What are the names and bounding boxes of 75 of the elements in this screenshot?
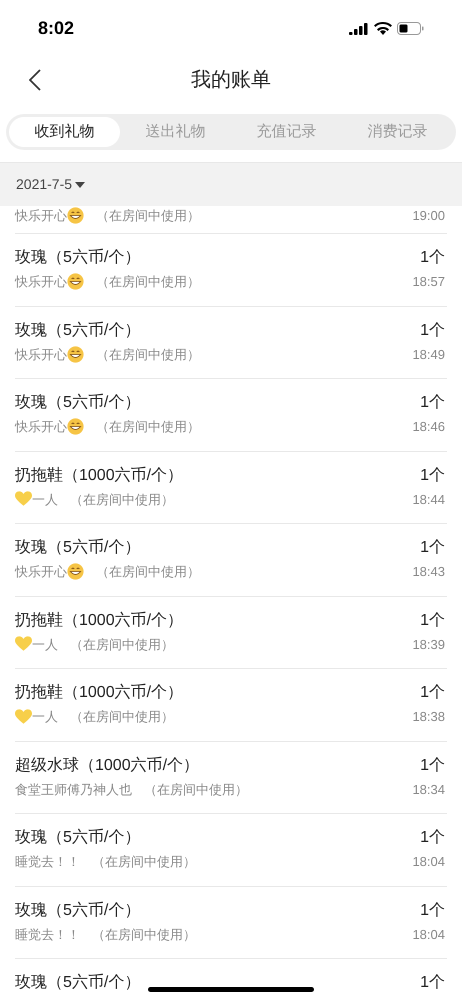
time: 18:04 — [412, 853, 445, 871]
time: 18:49 — [412, 346, 445, 364]
time: 18:38 — [412, 708, 445, 726]
heart-icon — [15, 636, 32, 652]
time: 18:39 — [412, 636, 445, 654]
sender-name: 一人 — [32, 490, 58, 508]
quantity: 1个 — [420, 610, 445, 630]
sender-name: 快乐开心 — [15, 207, 67, 225]
usage-note: （在房间中使用） — [70, 490, 174, 508]
time: 18:34 — [412, 780, 445, 798]
usage-note: （在房间中使用） — [96, 563, 200, 581]
heart-icon — [15, 491, 32, 508]
quantity: 1个 — [420, 466, 445, 486]
time: 18:44 — [412, 490, 445, 508]
time: 18:43 — [412, 563, 445, 581]
quantity: 1个 — [420, 538, 445, 558]
time: 18:04 — [412, 926, 445, 944]
gift-title: 超级水球（1000六币/个） — [15, 756, 200, 776]
heart-icon — [15, 708, 32, 725]
sender-name: 快乐开心 — [15, 563, 67, 581]
gift-title: 玫瑰（5六币/个） — [15, 392, 142, 413]
date-label: 2021-7-5 — [16, 175, 72, 194]
quantity: 1个 — [420, 248, 445, 268]
sender-name: 快乐开心 — [15, 346, 67, 364]
sender-name: 快乐开心 — [15, 273, 67, 291]
time: 19:00 — [412, 207, 445, 225]
gift-title: 玫瑰（5六币/个） — [15, 320, 142, 340]
quantity: 1个 — [420, 393, 445, 413]
tab[interactable]: 收到礼物 — [9, 117, 120, 147]
time: 18:46 — [412, 418, 445, 436]
usage-note: （在房间中使用） — [96, 273, 200, 291]
caret-down-icon — [75, 182, 86, 188]
grinning-face-icon — [67, 418, 84, 436]
grinning-face-icon — [67, 563, 84, 580]
grinning-face-icon — [67, 207, 84, 224]
usage-note: （在房间中使用） — [70, 636, 174, 654]
status-time: 8:02 — [38, 16, 74, 40]
wifi-icon — [374, 22, 392, 34]
usage-note: （在房间中使用） — [92, 853, 196, 871]
gift-title: 扔拖鞋（1000六币/个） — [15, 466, 184, 486]
usage-note: （在房间中使用） — [92, 926, 196, 944]
gift-title: 玫瑰（5六币/个） — [15, 972, 140, 993]
sender-name: 食堂王师傅乃神人也 — [15, 780, 132, 798]
grinning-face-icon — [67, 273, 84, 290]
gift-title: 扔拖鞋（1000六币/个） — [15, 682, 184, 703]
quantity: 1个 — [420, 973, 445, 993]
usage-note: （在房间中使用） — [96, 418, 200, 436]
sender-name: 睡觉去！！ — [15, 853, 80, 871]
quantity: 1个 — [420, 828, 445, 848]
tab[interactable]: 送出礼物 — [120, 117, 231, 147]
quantity: 1个 — [420, 900, 445, 920]
quantity: 1个 — [420, 320, 445, 340]
gift-title: 玫瑰（5六币/个） — [15, 248, 142, 268]
signal-icon — [349, 22, 369, 34]
tab[interactable]: 充值记录 — [231, 117, 342, 147]
grinning-face-icon — [67, 346, 84, 363]
gift-title: 玫瑰（5六币/个） — [15, 538, 142, 558]
time: 18:57 — [412, 273, 445, 291]
quantity: 1个 — [420, 683, 445, 703]
usage-note: （在房间中使用） — [96, 346, 200, 364]
page-title: 我的账单 — [191, 68, 271, 93]
usage-note: （在房间中使用） — [144, 780, 248, 798]
sender-name: 一人 — [32, 708, 58, 726]
gift-title: 玫瑰（5六币/个） — [15, 900, 142, 920]
gift-title: 玫瑰（5六币/个） — [15, 828, 142, 848]
sender-name: 睡觉去！！ — [15, 926, 80, 944]
gift-title: 扔拖鞋（1000六币/个） — [15, 610, 184, 630]
back-chevron-icon — [29, 69, 41, 91]
tab[interactable]: 消费记录 — [342, 117, 453, 147]
sender-name: 一人 — [32, 636, 58, 654]
quantity: 1个 — [420, 756, 445, 776]
usage-note: （在房间中使用） — [96, 207, 200, 225]
sender-name: 快乐开心 — [15, 418, 67, 436]
battery-icon — [397, 22, 424, 34]
usage-note: （在房间中使用） — [70, 708, 174, 726]
